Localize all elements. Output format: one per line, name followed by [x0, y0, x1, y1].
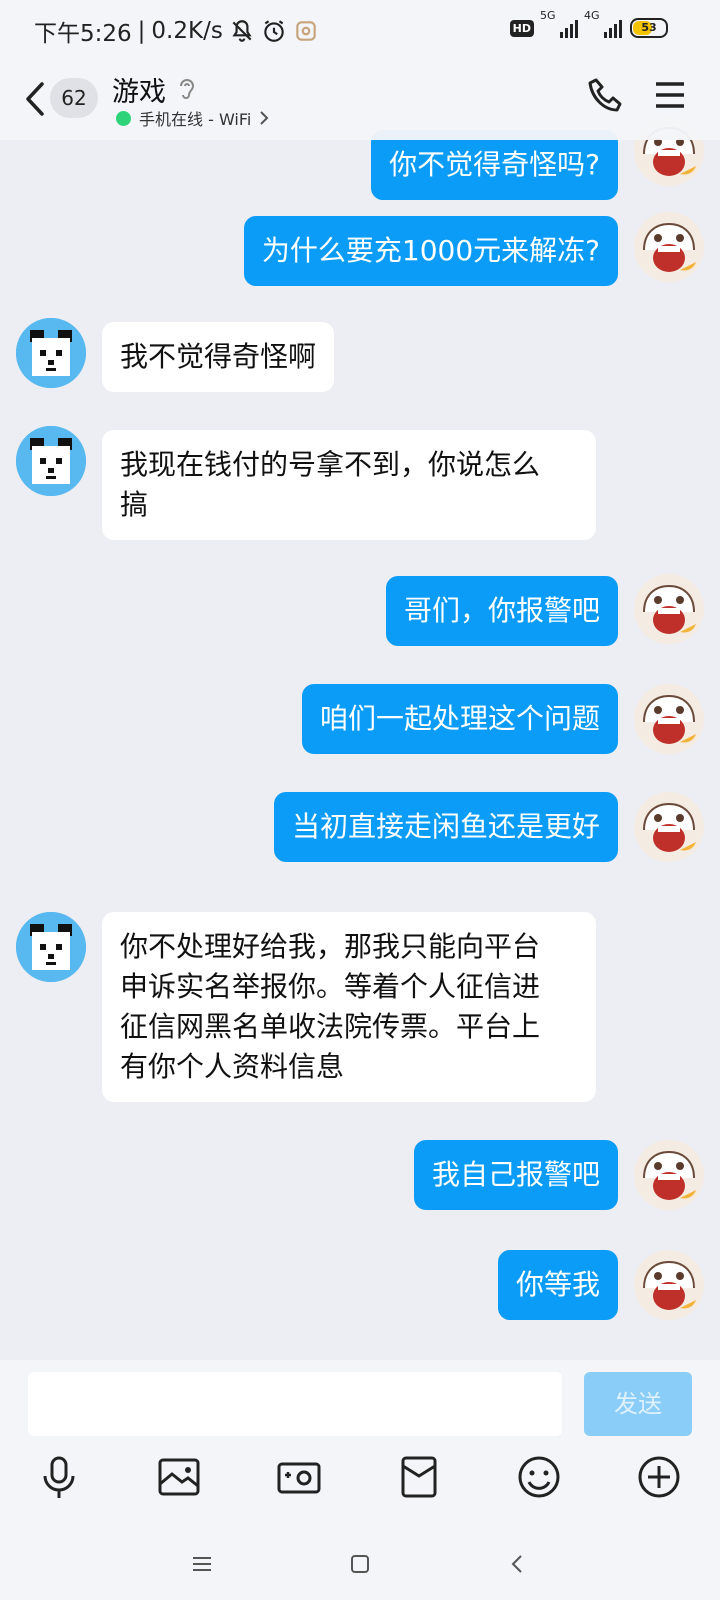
- battery-icon: 53: [630, 18, 668, 38]
- mute-bell-icon: [232, 20, 252, 42]
- message-bubble-outgoing[interactable]: 为什么要充1000元来解冻?: [243, 216, 618, 286]
- my-avatar[interactable]: [634, 212, 704, 282]
- plus-icon[interactable]: [634, 1452, 684, 1502]
- signal-4g-icon: 4G: [584, 9, 622, 38]
- phone-call-icon[interactable]: [586, 76, 626, 116]
- composer-toolbar: [0, 1452, 720, 1512]
- ear-icon[interactable]: [176, 76, 198, 104]
- message-bubble-outgoing[interactable]: 当初直接走闲鱼还是更好: [273, 792, 618, 862]
- recent-apps-icon[interactable]: [188, 1550, 216, 1578]
- contact-avatar[interactable]: [16, 912, 86, 982]
- signal-5g-icon: 5G: [540, 9, 578, 38]
- back-icon[interactable]: [504, 1550, 532, 1578]
- microphone-icon[interactable]: [34, 1452, 84, 1502]
- chat-header: 62 游戏 手机在线 - WiFi: [0, 64, 720, 140]
- my-avatar[interactable]: [634, 792, 704, 862]
- message-bubble-outgoing[interactable]: 你等我: [497, 1250, 618, 1320]
- my-avatar[interactable]: [634, 1250, 704, 1320]
- app-notification-icon: [296, 21, 316, 41]
- home-icon[interactable]: [346, 1550, 374, 1578]
- online-status-text: 手机在线 - WiFi: [139, 110, 252, 129]
- message-bubble-outgoing[interactable]: 咱们一起处理这个问题: [301, 684, 618, 754]
- message-bubble-incoming[interactable]: 我不觉得奇怪啊: [102, 322, 335, 392]
- contact-avatar[interactable]: [16, 426, 86, 496]
- my-avatar[interactable]: [634, 574, 704, 644]
- send-button[interactable]: 发送: [584, 1372, 692, 1436]
- online-status[interactable]: 手机在线 - WiFi: [116, 106, 269, 130]
- my-avatar[interactable]: [634, 684, 704, 754]
- alarm-icon: [264, 20, 284, 42]
- contact-name: 游戏: [112, 77, 166, 108]
- message-list[interactable]: 你不觉得奇怪吗? 为什么要充1000元来解冻? 我不觉得奇怪啊 我现在钱付的号拿…: [0, 64, 720, 1360]
- unread-count-badge[interactable]: 62: [50, 78, 98, 118]
- contact-avatar[interactable]: [16, 318, 86, 388]
- message-bubble-outgoing[interactable]: 你不觉得奇怪吗?: [371, 130, 618, 200]
- message-bubble-incoming[interactable]: 我现在钱付的号拿不到，你说怎么 搞: [102, 430, 596, 540]
- status-net-speed: 0.2K/s: [151, 18, 223, 44]
- chat-title[interactable]: 游戏: [112, 70, 198, 109]
- chevron-right-icon: [260, 111, 269, 125]
- camera-icon[interactable]: [274, 1452, 324, 1502]
- message-bubble-outgoing[interactable]: 我自己报警吧: [413, 1140, 618, 1210]
- menu-icon[interactable]: [654, 80, 686, 110]
- message-input[interactable]: [28, 1372, 562, 1436]
- image-icon[interactable]: [154, 1452, 204, 1502]
- status-time: 下午5:26: [34, 21, 132, 47]
- my-avatar[interactable]: [634, 1140, 704, 1210]
- online-dot-icon: [116, 110, 131, 126]
- composer: 发送: [0, 1360, 720, 1600]
- message-bubble-outgoing[interactable]: 哥们，你报警吧: [385, 576, 618, 646]
- red-packet-icon[interactable]: [394, 1452, 444, 1502]
- back-arrow-icon[interactable]: [20, 78, 50, 120]
- hd-badge: HD: [509, 19, 534, 37]
- status-bar: 下午5:26 | 0.2K/s HD 5G 4G 53: [0, 0, 720, 64]
- message-bubble-incoming[interactable]: 你不处理好给我，那我只能向平台 申诉实名举报你。等着个人征信进 征信网黑名单收法…: [102, 912, 596, 1102]
- system-nav-bar: [0, 1536, 720, 1600]
- emoji-icon[interactable]: [514, 1452, 564, 1502]
